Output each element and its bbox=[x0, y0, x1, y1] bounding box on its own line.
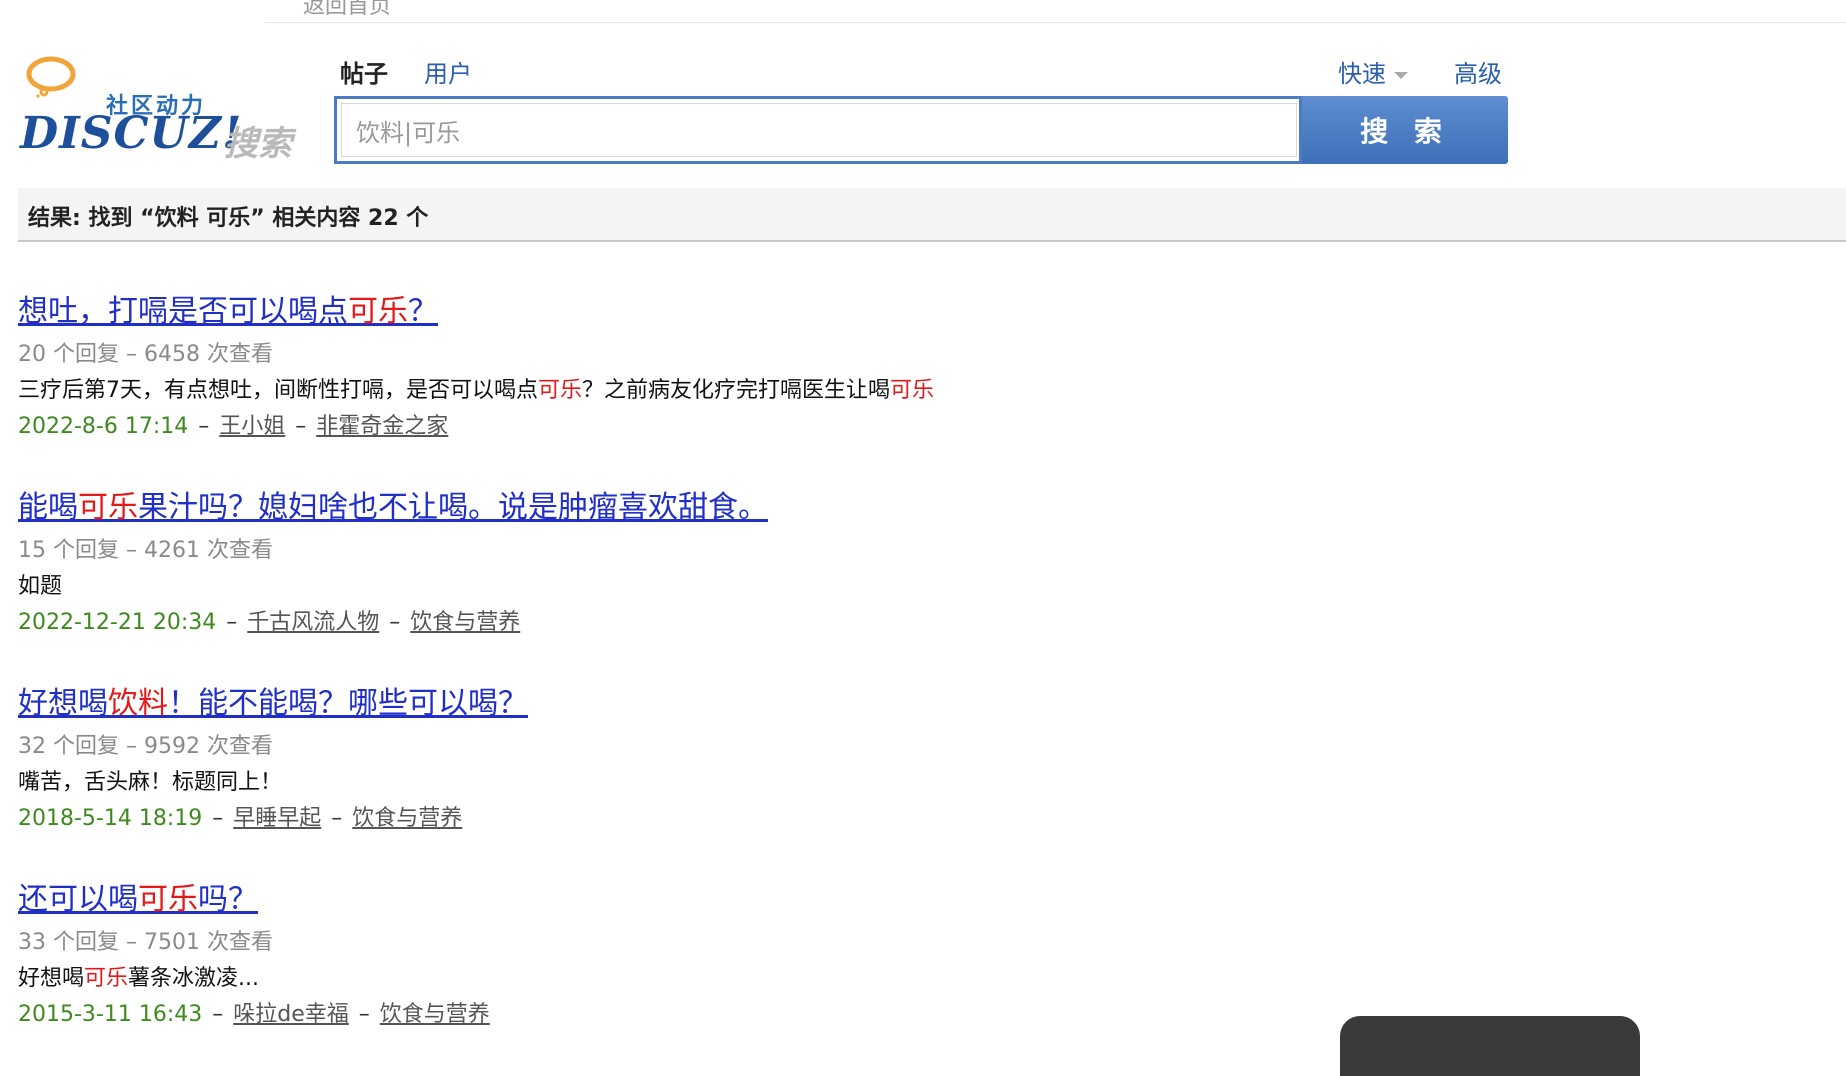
top-nav-bar: 返回首页 bbox=[265, 0, 1846, 23]
result-meta: 20 个回复 – 6458 次查看 bbox=[18, 342, 273, 367]
snippet-text: 薯条冰激凌... bbox=[128, 966, 260, 991]
snippet-text: 嘴苦，舌头麻！标题同上！ bbox=[18, 770, 283, 795]
separator: – bbox=[358, 1002, 370, 1027]
result-snippet: 如题 bbox=[18, 568, 62, 600]
result-forum-link[interactable]: 饮食与营养 bbox=[410, 610, 520, 635]
result-title-link[interactable]: 能喝可乐果汁吗？媳妇啥也不让喝。说是肿瘤喜欢甜食。 bbox=[18, 482, 768, 526]
result-forum-link[interactable]: 饮食与营养 bbox=[380, 1002, 490, 1027]
search-box bbox=[334, 96, 1302, 164]
result-date: 2018-5-14 18:19 bbox=[18, 806, 203, 831]
separator: – bbox=[198, 414, 210, 439]
result-meta: 32 个回复 – 9592 次查看 bbox=[18, 734, 273, 759]
back-home-link[interactable]: 返回首页 bbox=[303, 0, 391, 20]
title-highlight: 可乐 bbox=[138, 882, 198, 917]
advanced-search-link[interactable]: 高级 bbox=[1454, 54, 1502, 89]
separator: – bbox=[331, 806, 343, 831]
title-text: 能喝 bbox=[18, 490, 78, 525]
result-forum-link[interactable]: 饮食与营养 bbox=[352, 806, 462, 831]
result-snippet: 好想喝可乐薯条冰激凌... bbox=[18, 960, 259, 992]
separator: – bbox=[212, 1002, 224, 1027]
result-info: 2018-5-14 18:19– 早睡早起 – 饮食与营养 bbox=[18, 800, 462, 832]
snippet-highlight: 可乐 bbox=[84, 966, 129, 991]
result-forum-link[interactable]: 非霍奇金之家 bbox=[316, 414, 448, 439]
title-text: ！能不能喝？哪些可以喝？ bbox=[168, 686, 528, 721]
title-text: 吗？ bbox=[198, 882, 258, 917]
separator: – bbox=[226, 610, 238, 635]
result-info: 2015-3-11 16:43– 哚拉de幸福 – 饮食与营养 bbox=[18, 996, 490, 1028]
result-title-link[interactable]: 想吐，打嗝是否可以喝点可乐？ bbox=[18, 286, 438, 330]
search-button[interactable]: 搜 索 bbox=[1302, 96, 1508, 164]
result-author-link[interactable]: 哚拉de幸福 bbox=[233, 1002, 349, 1027]
title-highlight: 可乐 bbox=[348, 294, 408, 329]
snippet-highlight: 可乐 bbox=[890, 378, 935, 403]
discuz-search-logo[interactable]: 社区动力 DISCUZ! 搜索 bbox=[18, 52, 298, 164]
title-highlight: 可乐 bbox=[78, 490, 138, 525]
result-summary-bar: 结果: 找到 “饮料 可乐” 相关内容 22 个 bbox=[18, 188, 1846, 242]
result-date: 2015-3-11 16:43 bbox=[18, 1002, 203, 1027]
quick-search-label: 快速 bbox=[1338, 60, 1386, 88]
result-item: 能喝可乐果汁吗？媳妇啥也不让喝。说是肿瘤喜欢甜食。 15 个回复 – 4261 … bbox=[18, 478, 1518, 648]
result-title-link[interactable]: 好想喝饮料！能不能喝？哪些可以喝？ bbox=[18, 678, 528, 722]
tab-users[interactable]: 用户 bbox=[424, 54, 472, 89]
result-summary-text: 结果: 找到 “饮料 可乐” 相关内容 22 个 bbox=[28, 206, 429, 231]
speech-bubble-icon bbox=[26, 56, 76, 98]
snippet-text: 三疗后第7天，有点想吐，间断性打嗝，是否可以喝点 bbox=[18, 378, 538, 403]
result-snippet: 三疗后第7天，有点想吐，间断性打嗝，是否可以喝点可乐？之前病友化疗完打嗝医生让喝… bbox=[18, 372, 934, 404]
title-text: 想吐，打嗝是否可以喝点 bbox=[18, 294, 348, 329]
separator: – bbox=[295, 414, 307, 439]
tab-posts[interactable]: 帖子 bbox=[340, 54, 388, 89]
result-meta: 15 个回复 – 4261 次查看 bbox=[18, 538, 273, 563]
result-info: 2022-8-6 17:14– 王小姐 – 非霍奇金之家 bbox=[18, 408, 448, 440]
result-item: 好想喝饮料！能不能喝？哪些可以喝？ 32 个回复 – 9592 次查看 嘴苦，舌… bbox=[18, 674, 1518, 844]
snippet-text: 好想喝 bbox=[18, 966, 85, 991]
chevron-down-icon bbox=[1394, 71, 1408, 79]
result-date: 2022-12-21 20:34 bbox=[18, 610, 217, 635]
result-item: 想吐，打嗝是否可以喝点可乐？ 20 个回复 – 6458 次查看 三疗后第7天，… bbox=[18, 282, 1518, 452]
result-snippet: 嘴苦，舌头麻！标题同上！ bbox=[18, 764, 282, 796]
result-item: 还可以喝可乐吗？ 33 个回复 – 7501 次查看 好想喝可乐薯条冰激凌...… bbox=[18, 870, 1518, 1040]
title-text: 还可以喝 bbox=[18, 882, 138, 917]
floating-toolbar[interactable] bbox=[1340, 1016, 1640, 1076]
title-text: ？ bbox=[408, 294, 438, 329]
result-date: 2022-8-6 17:14 bbox=[18, 414, 189, 439]
snippet-highlight: 可乐 bbox=[538, 378, 583, 403]
logo-search-word: 搜索 bbox=[224, 124, 292, 164]
result-author-link[interactable]: 早睡早起 bbox=[233, 806, 321, 831]
result-title-link[interactable]: 还可以喝可乐吗？ bbox=[18, 874, 258, 918]
separator: – bbox=[212, 806, 224, 831]
logo-brand: DISCUZ! bbox=[20, 108, 243, 159]
snippet-text: ？之前病友化疗完打嗝医生让喝 bbox=[582, 378, 891, 403]
title-text: 果汁吗？媳妇啥也不让喝。说是肿瘤喜欢甜食。 bbox=[138, 490, 768, 525]
title-text: 好想喝 bbox=[18, 686, 108, 721]
result-info: 2022-12-21 20:34– 千古风流人物 – 饮食与营养 bbox=[18, 604, 520, 636]
title-highlight: 饮料 bbox=[108, 686, 168, 721]
result-author-link[interactable]: 千古风流人物 bbox=[247, 610, 379, 635]
result-author-link[interactable]: 王小姐 bbox=[219, 414, 285, 439]
result-meta: 33 个回复 – 7501 次查看 bbox=[18, 930, 273, 955]
quick-search-dropdown[interactable]: 快速 bbox=[1338, 54, 1408, 89]
snippet-text: 如题 bbox=[18, 574, 63, 599]
separator: – bbox=[389, 610, 401, 635]
search-input[interactable] bbox=[341, 103, 1297, 157]
